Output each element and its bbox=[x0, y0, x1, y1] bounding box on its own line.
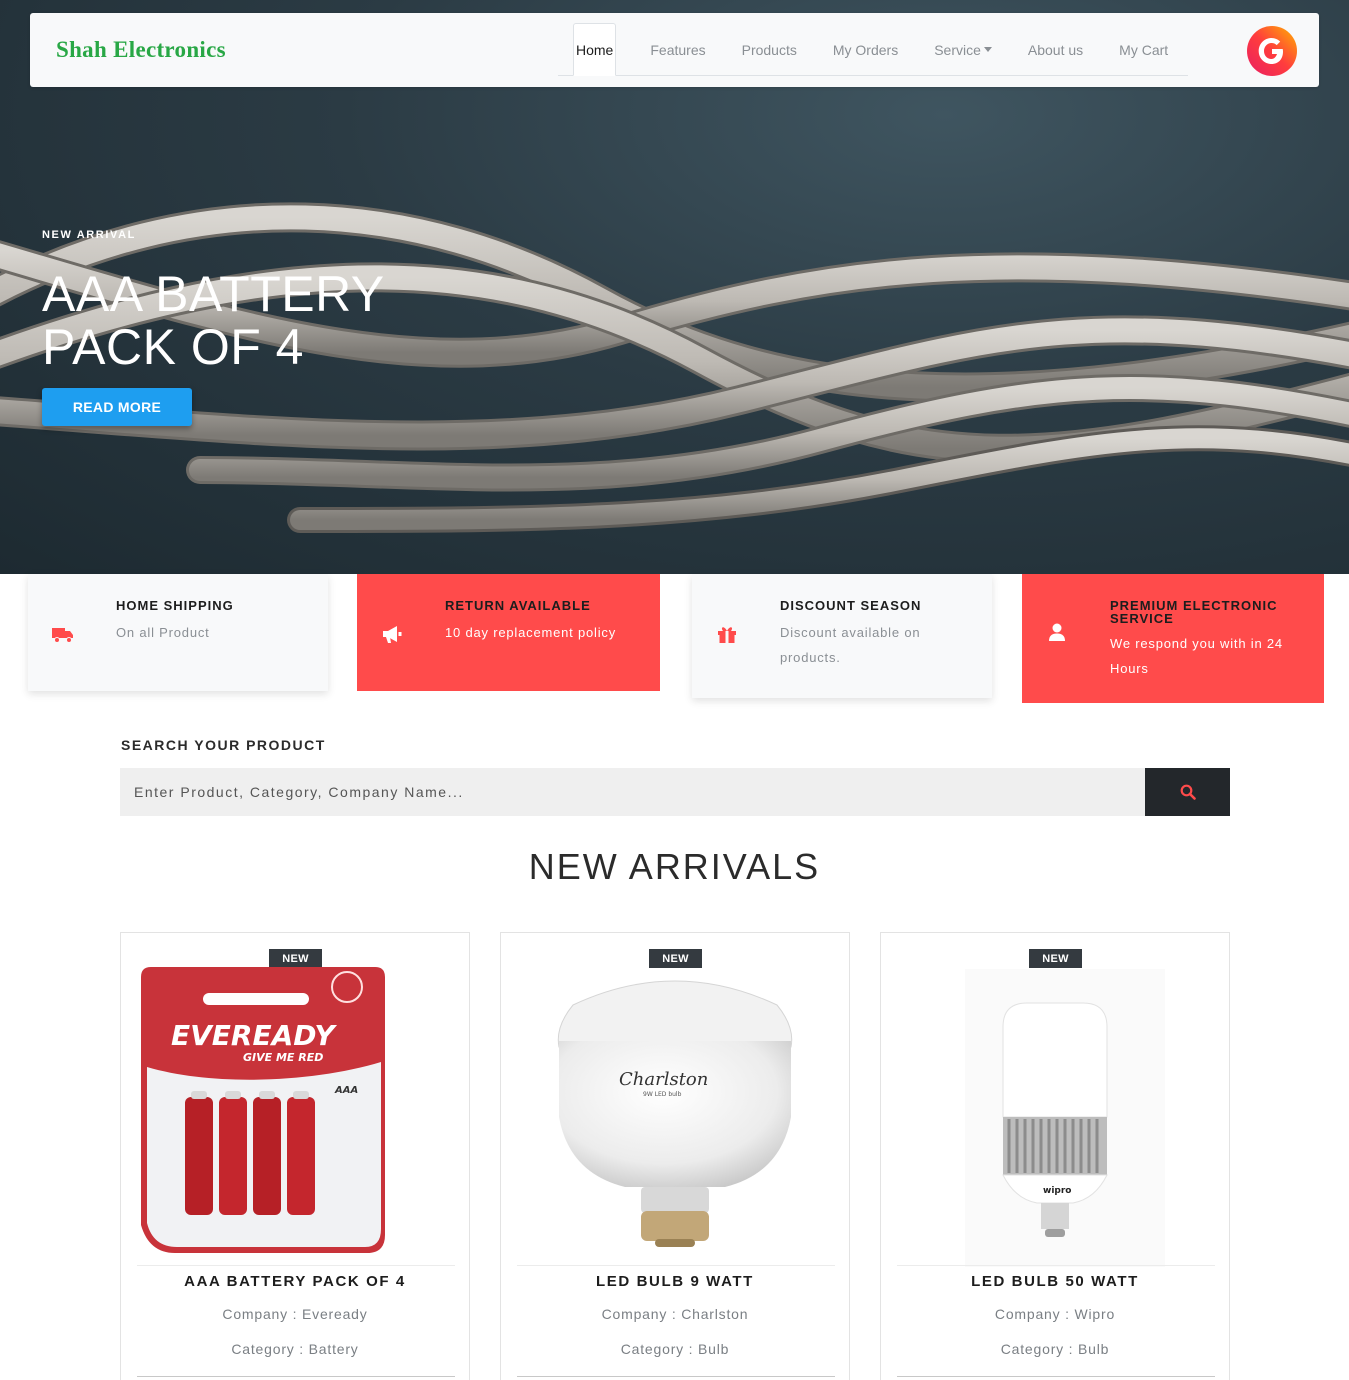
feature-desc: 10 day replacement policy bbox=[445, 625, 617, 640]
navbar: Shah Electronics Home Features Products … bbox=[30, 13, 1319, 87]
caret-down-icon bbox=[983, 47, 992, 52]
card-divider bbox=[137, 1376, 455, 1377]
svg-text:AAA: AAA bbox=[334, 1085, 358, 1096]
card-divider bbox=[517, 1265, 835, 1266]
feature-desc: Discount available on products. bbox=[780, 625, 921, 665]
megaphone-icon bbox=[383, 626, 402, 643]
svg-text:wipro: wipro bbox=[1043, 1186, 1071, 1196]
feature-desc: On all Product bbox=[116, 625, 210, 640]
user-icon bbox=[1049, 623, 1065, 641]
feature-premium-service: PREMIUM ELECTRONIC SERVICE We respond yo… bbox=[1022, 574, 1324, 703]
product-category: Category : Bulb bbox=[620, 1341, 730, 1357]
new-badge: NEW bbox=[1029, 949, 1082, 968]
card-divider bbox=[517, 1376, 835, 1377]
feature-home-shipping: HOME SHIPPING On all Product bbox=[28, 574, 328, 691]
product-category: Category : Bulb bbox=[1000, 1341, 1110, 1357]
product-name[interactable]: LED BULB 50 WATT bbox=[881, 1273, 1229, 1290]
feature-title: DISCOUNT SEASON bbox=[780, 598, 922, 613]
product-name[interactable]: LED BULB 9 WATT bbox=[501, 1273, 849, 1290]
nav-features[interactable]: Features bbox=[632, 23, 723, 76]
card-divider bbox=[137, 1265, 455, 1266]
feature-discount-season: DISCOUNT SEASON Discount available on pr… bbox=[692, 574, 992, 698]
nav-service-label: Service bbox=[934, 41, 981, 58]
nav-products[interactable]: Products bbox=[724, 23, 815, 76]
product-image-led-bulb-50w[interactable]: wipro bbox=[895, 967, 1215, 1267]
product-company: Company : Charlston bbox=[601, 1306, 749, 1322]
svg-text:GIVE ME RED: GIVE ME RED bbox=[243, 1051, 323, 1064]
nav-about-us[interactable]: About us bbox=[1010, 23, 1101, 76]
search-button[interactable] bbox=[1145, 768, 1230, 816]
nav-my-cart[interactable]: My Cart bbox=[1101, 23, 1186, 76]
feature-return-available: RETURN AVAILABLE 10 day replacement poli… bbox=[357, 574, 660, 691]
product-company: Company : Wipro bbox=[994, 1306, 1116, 1322]
feature-desc: We respond you with in 24 Hours bbox=[1110, 636, 1283, 676]
svg-text:EVEREADY: EVEREADY bbox=[171, 1019, 337, 1052]
product-name[interactable]: AAA BATTERY PACK OF 4 bbox=[121, 1273, 469, 1290]
product-image-led-bulb-9w[interactable]: Charlston 9W LED bulb bbox=[515, 967, 835, 1267]
truck-icon bbox=[52, 628, 73, 643]
read-more-button[interactable]: READ MORE bbox=[42, 388, 192, 426]
feature-title: RETURN AVAILABLE bbox=[445, 598, 591, 613]
google-sign-in-icon[interactable] bbox=[1246, 25, 1298, 77]
product-category: Category : Battery bbox=[231, 1341, 359, 1357]
nav-my-orders[interactable]: My Orders bbox=[815, 23, 916, 76]
card-divider bbox=[897, 1376, 1215, 1377]
nav-tabs: Home Features Products My Orders Service… bbox=[558, 23, 1188, 76]
svg-text:Charlston: Charlston bbox=[619, 1069, 708, 1090]
product-company: Company : Eveready bbox=[222, 1306, 368, 1322]
new-arrivals-title: NEW ARRIVALS bbox=[528, 846, 821, 887]
svg-text:9W LED bulb: 9W LED bulb bbox=[643, 1091, 682, 1098]
new-badge: NEW bbox=[269, 949, 322, 968]
hero-eyebrow: NEW ARRIVAL bbox=[42, 229, 136, 241]
product-card[interactable]: NEW Charlston 9W LED bulb LED BULB 9 WAT… bbox=[500, 932, 850, 1380]
nav-service-dropdown[interactable]: Service bbox=[916, 23, 1010, 76]
gift-icon bbox=[718, 627, 736, 643]
new-badge: NEW bbox=[649, 949, 702, 968]
search-icon bbox=[1180, 784, 1196, 800]
feature-title: HOME SHIPPING bbox=[116, 598, 234, 613]
search-label: SEARCH YOUR PRODUCT bbox=[121, 737, 326, 753]
product-image-battery[interactable]: EVEREADY GIVE ME RED AAA bbox=[135, 967, 455, 1267]
product-card[interactable]: NEW wipro LED BULB 50 WATT Company : Wip… bbox=[880, 932, 1230, 1380]
hero-title: AAA BATTERY PACK OF 4 bbox=[42, 266, 384, 375]
product-card[interactable]: NEW EVEREADY GIVE ME RED AAA AAA BATTERY… bbox=[120, 932, 470, 1380]
feature-title: PREMIUM ELECTRONIC SERVICE bbox=[1110, 598, 1278, 626]
brand-logo[interactable]: Shah Electronics bbox=[56, 37, 226, 63]
card-divider bbox=[897, 1265, 1215, 1266]
nav-home[interactable]: Home bbox=[573, 23, 617, 76]
search-input[interactable] bbox=[120, 768, 1145, 816]
